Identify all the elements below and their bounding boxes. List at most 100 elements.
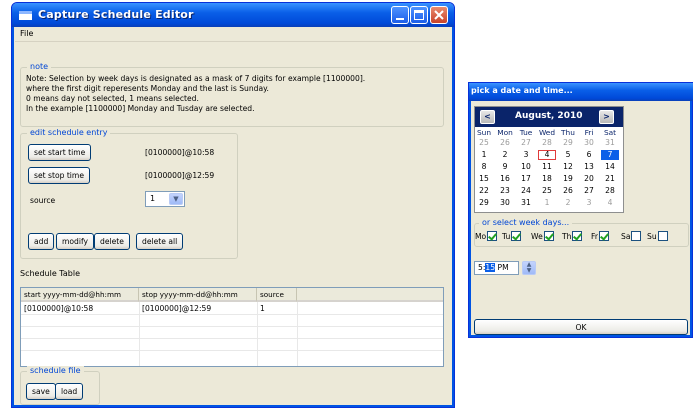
weekday-label: Sa [621,232,631,241]
calendar-day[interactable]: 8 [475,162,493,172]
calendar-day[interactable]: 6 [580,150,598,160]
calendar-day[interactable]: 2 [559,198,577,208]
window-icon [19,11,32,20]
menu-file[interactable]: File [20,29,33,38]
calendar-day[interactable]: 9 [496,162,514,172]
minimize-button[interactable] [391,6,409,24]
delete-all-button[interactable]: delete all [136,233,184,250]
weekday-header-wed: Wed [538,128,556,137]
weekday-checkbox[interactable] [657,231,668,241]
column-header-source[interactable]: source [257,288,297,302]
weekday-checkbox[interactable] [631,231,642,241]
maximize-button[interactable] [410,6,428,24]
calendar-day[interactable]: 30 [580,138,598,148]
table-row-divider [21,326,443,327]
weekday-option-th[interactable]: Th [562,231,583,242]
source-select[interactable]: 1 ▼ [145,191,185,207]
column-header-start[interactable]: start yyyy-mm-dd@hh:mm [21,288,139,302]
calendar-day[interactable]: 20 [580,174,598,184]
ok-button[interactable]: OK [474,319,688,335]
title-bar[interactable]: Capture Schedule Editor [12,3,454,27]
edit-schedule-group: edit schedule entry set start time [0100… [20,128,238,259]
calendar-day[interactable]: 5 [559,150,577,160]
time-input[interactable]: 5:15 PM [474,261,519,275]
calendar-day[interactable]: 30 [496,198,514,208]
prev-month-button[interactable]: < [480,110,495,124]
calendar-day[interactable]: 1 [538,198,556,208]
weekday-checkbox[interactable] [598,231,609,241]
weekday-checkbox[interactable] [487,231,498,241]
calendar-day[interactable]: 3 [580,198,598,208]
calendar-day[interactable]: 22 [475,186,493,196]
calendar-day[interactable]: 31 [601,138,619,148]
calendar-day[interactable]: 18 [538,174,556,184]
calendar-day[interactable]: 3 [517,150,535,160]
set-stop-time-button[interactable]: set stop time [28,167,90,184]
calendar-day[interactable]: 28 [601,186,619,196]
calendar-day[interactable]: 28 [538,138,556,148]
calendar-day[interactable]: 29 [559,138,577,148]
table-cell-source[interactable]: 1 [257,304,265,313]
calendar-day[interactable]: 26 [496,138,514,148]
calendar-day[interactable]: 16 [496,174,514,184]
calendar-day[interactable]: 12 [559,162,577,172]
calendar-day[interactable]: 2 [496,150,514,160]
calendar-day[interactable]: 26 [559,186,577,196]
chevron-down-icon[interactable]: ▼ [169,193,183,205]
calendar-day[interactable]: 14 [601,162,619,172]
calendar-day[interactable]: 7 [601,150,619,160]
close-icon [434,10,444,20]
table-row-divider [21,338,443,339]
weekday-option-tu[interactable]: Tu [502,231,522,242]
weekday-option-sa[interactable]: Sa [621,231,642,242]
weekday-label: Su [647,232,657,241]
calendar-day[interactable]: 13 [580,162,598,172]
calendar-day[interactable]: 25 [538,186,556,196]
schedule-table-title: Schedule Table [20,269,80,278]
weekday-checkbox[interactable] [543,231,554,241]
calendar-day[interactable]: 15 [475,174,493,184]
column-header-stop[interactable]: stop yyyy-mm-dd@hh:mm [139,288,257,302]
calendar-day[interactable]: 21 [601,174,619,184]
save-button[interactable]: save [26,383,56,400]
weekday-checkbox[interactable] [572,231,583,241]
set-start-time-button[interactable]: set start time [28,144,92,161]
calendar-day[interactable]: 27 [517,138,535,148]
close-button[interactable] [430,6,448,24]
schedule-table[interactable]: start yyyy-mm-dd@hh:mm stop yyyy-mm-dd@h… [20,287,444,367]
calendar-day[interactable]: 4 [538,150,556,160]
calendar-day[interactable]: 25 [475,138,493,148]
weekday-option-we[interactable]: We [531,231,554,242]
note-line-2: where the first digit reperesents Monday… [26,84,269,93]
weekday-option-mo[interactable]: Mo [475,231,498,242]
weekday-checkbox[interactable] [511,231,522,241]
calendar-day[interactable]: 29 [475,198,493,208]
load-button[interactable]: load [55,383,84,400]
calendar-day[interactable]: 31 [517,198,535,208]
next-month-button[interactable]: > [599,110,614,124]
note-group: note Note: Selection by week days is des… [20,62,444,127]
table-row-divider [21,350,443,351]
calendar-day[interactable]: 24 [517,186,535,196]
weekday-option-su[interactable]: Su [647,231,668,242]
date-picker-title-bar[interactable]: pick a date and time... [469,83,693,101]
modify-button[interactable]: modify [56,233,95,250]
window-title: Capture Schedule Editor [38,8,194,21]
time-spinner[interactable]: ▲ ▼ [522,261,536,275]
calendar-day[interactable]: 4 [601,198,619,208]
time-minute[interactable]: 15 [485,263,496,272]
calendar-day[interactable]: 17 [517,174,535,184]
weekday-option-fr[interactable]: Fr [591,231,609,242]
calendar-day[interactable]: 1 [475,150,493,160]
calendar-day[interactable]: 11 [538,162,556,172]
delete-button[interactable]: delete [94,233,130,250]
calendar-day[interactable]: 27 [580,186,598,196]
add-button[interactable]: add [28,233,55,250]
calendar-day[interactable]: 10 [517,162,535,172]
calendar-day[interactable]: 23 [496,186,514,196]
calendar-day[interactable]: 19 [559,174,577,184]
date-picker-window: pick a date and time... < August, 2010 >… [468,82,693,338]
table-cell-stop[interactable]: [0100000]@12:59 [139,304,211,313]
weekday-header-fri: Fri [584,128,594,137]
table-cell-start[interactable]: [0100000]@10:58 [21,304,93,313]
